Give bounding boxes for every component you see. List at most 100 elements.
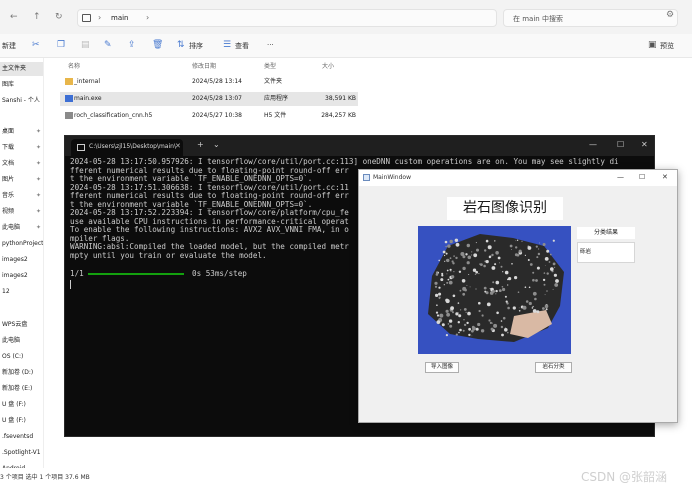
progress-bar [88,273,184,275]
file-row[interactable]: main.exe 2024/5/28 13:07 应用程序 38,591 KB [60,92,358,106]
sidebar-item[interactable]: WPS云盘 [0,318,43,332]
close-tab-icon[interactable]: ✕ [175,142,181,150]
sidebar-item[interactable]: Sanshi - 个人 [0,94,43,108]
chevron-down-icon[interactable]: ⌄ [213,140,220,149]
sidebar-item[interactable]: .fseventsd [0,430,43,444]
minimize-icon[interactable]: — [617,173,624,181]
sidebar-item-label: 音乐 [2,192,15,199]
mainwindow-titlebar[interactable]: MainWindow — ☐ ✕ [359,170,677,186]
path-segment-main[interactable]: main [111,14,129,22]
sidebar-item[interactable]: 此电脑 [0,334,43,348]
sidebar-item[interactable]: 此电脑 ✦ [0,221,43,235]
column-header-size[interactable]: 大小 [322,61,334,70]
sidebar-item[interactable]: U 盘 (F:) [0,398,43,412]
column-header-type[interactable]: 类型 [264,61,276,70]
new-tab-button[interactable]: + [197,140,204,149]
terminal-tab-strip: C:\Users\zjl15\Desktop\main\ ✕ + ⌄ — ☐ ✕ [65,136,654,156]
pin-icon: ✦ [35,128,41,135]
mainwindow-app: MainWindow — ☐ ✕ 岩石图像识别 分类结果 砾岩 导入图像 岩石分… [358,169,678,423]
address-bar-row: ← ↑ ↻ › main › 在 main 中搜索 ⚙ [0,0,692,34]
terminal-tab[interactable]: C:\Users\zjl15\Desktop\main\ ✕ [71,139,183,156]
sidebar-item-label: 新加卷 (E:) [2,385,33,392]
more-button[interactable]: ··· [267,41,274,49]
result-value: 砾岩 [577,242,635,263]
up-icon[interactable]: ↑ [33,12,41,22]
close-icon[interactable]: ✕ [641,140,648,149]
file-icon [65,112,73,119]
share-icon[interactable]: ⇪ [128,40,138,50]
sidebar-item-label: 此电脑 [2,224,21,231]
text-cursor [70,280,71,289]
sidebar-item[interactable]: 主文件夹 [0,62,43,76]
sidebar-item[interactable]: 图片 ✦ [0,173,43,187]
file-type: 文件夹 [264,78,283,85]
minimize-icon[interactable]: — [589,140,597,149]
pin-icon: ✦ [35,224,41,231]
sidebar-item-label: 新加卷 (D:) [2,369,34,376]
pin-icon: ✦ [35,160,41,167]
sidebar-item[interactable]: images2 [0,269,43,283]
rename-icon[interactable]: ✎ [104,40,114,50]
folder-icon [65,78,73,85]
monitor-icon [82,14,91,22]
sidebar-item-label: U 盘 (F:) [2,401,26,408]
sidebar-item[interactable]: 音乐 ✦ [0,189,43,203]
chevron-right-icon: › [98,13,102,22]
delete-icon[interactable]: 🗑 [152,40,163,50]
app-title: 岩石图像识别 [447,197,563,220]
sidebar-item[interactable]: 桌面 ✦ [0,125,43,139]
sidebar-item[interactable]: Android [0,462,43,468]
refresh-icon[interactable]: ↻ [55,12,63,22]
paste-icon[interactable]: ▤ [81,40,91,50]
import-image-button[interactable]: 导入图像 [425,362,459,373]
close-icon[interactable]: ✕ [662,173,668,181]
sidebar-item[interactable]: pythonProject [0,237,43,251]
window-icon [363,174,370,181]
sidebar-item-label: U 盘 (F:) [2,417,26,424]
back-icon[interactable]: ← [10,12,18,22]
sidebar-item[interactable]: U 盘 (F:) [0,414,43,428]
sort-button[interactable]: 排序 [189,41,203,51]
search-placeholder: 在 main 中搜索 [513,15,563,23]
file-name: main.exe [74,95,102,102]
sidebar-item-label: 12 [2,288,10,295]
sidebar-item[interactable]: images2 [0,253,43,267]
sidebar-item[interactable]: 新加卷 (E:) [0,382,43,396]
copy-icon[interactable]: ❐ [57,40,67,50]
sidebar-item[interactable]: .Spotlight-V1 [0,446,43,460]
file-list: 名称 修改日期 类型 大小 _internal 2024/5/28 13:14 文件… [60,58,360,128]
sidebar-item[interactable]: 图库 [0,78,43,92]
sidebar-item-label: 图片 [2,176,15,183]
pin-icon: ✦ [35,208,41,215]
sidebar-item-label: .fseventsd [2,433,34,440]
column-header-name[interactable]: 名称 [68,61,80,70]
sidebar-item-label: 桌面 [2,128,15,135]
file-row[interactable]: roch_classification_cnn.h5 2024/5/27 10:3… [60,109,358,123]
cut-icon[interactable]: ✂ [32,40,42,50]
sidebar-item[interactable]: 文档 ✦ [0,157,43,171]
sidebar-item-label: Sanshi - 个人 [2,97,40,104]
address-field[interactable]: › main › [77,9,497,27]
maximize-icon[interactable]: ☐ [639,173,645,181]
sidebar-item[interactable]: 新加卷 (D:) [0,366,43,380]
file-row[interactable]: _internal 2024/5/28 13:14 文件夹 [60,75,358,89]
preview-button[interactable]: 预览 [660,41,674,51]
sidebar-item[interactable]: OS (C:) [0,350,43,364]
sidebar-item-label: 视频 [2,208,15,215]
classify-rock-button[interactable]: 岩石分类 [535,362,572,373]
pin-icon: ✦ [35,176,41,183]
file-name: roch_classification_cnn.h5 [74,112,153,119]
column-header-date[interactable]: 修改日期 [192,61,216,70]
command-toolbar: 新建 ✂ ❐ ▤ ✎ ⇪ 🗑 ⇅ 排序 ☰ 查看 ··· ▣ 预览 [0,34,692,58]
window-title: MainWindow [373,174,411,181]
search-input[interactable]: 在 main 中搜索 [503,9,678,27]
sidebar-item[interactable]: 12 [0,285,43,299]
sidebar-item-label: Android [2,465,25,468]
terminal-icon [77,144,85,151]
sidebar-item[interactable]: 视频 ✦ [0,205,43,219]
gear-icon[interactable]: ⚙ [666,10,674,20]
sidebar-item[interactable]: 下载 ✦ [0,141,43,155]
new-button[interactable]: 新建 [2,41,16,51]
maximize-icon[interactable]: ☐ [617,140,624,149]
view-button[interactable]: 查看 [235,41,249,51]
